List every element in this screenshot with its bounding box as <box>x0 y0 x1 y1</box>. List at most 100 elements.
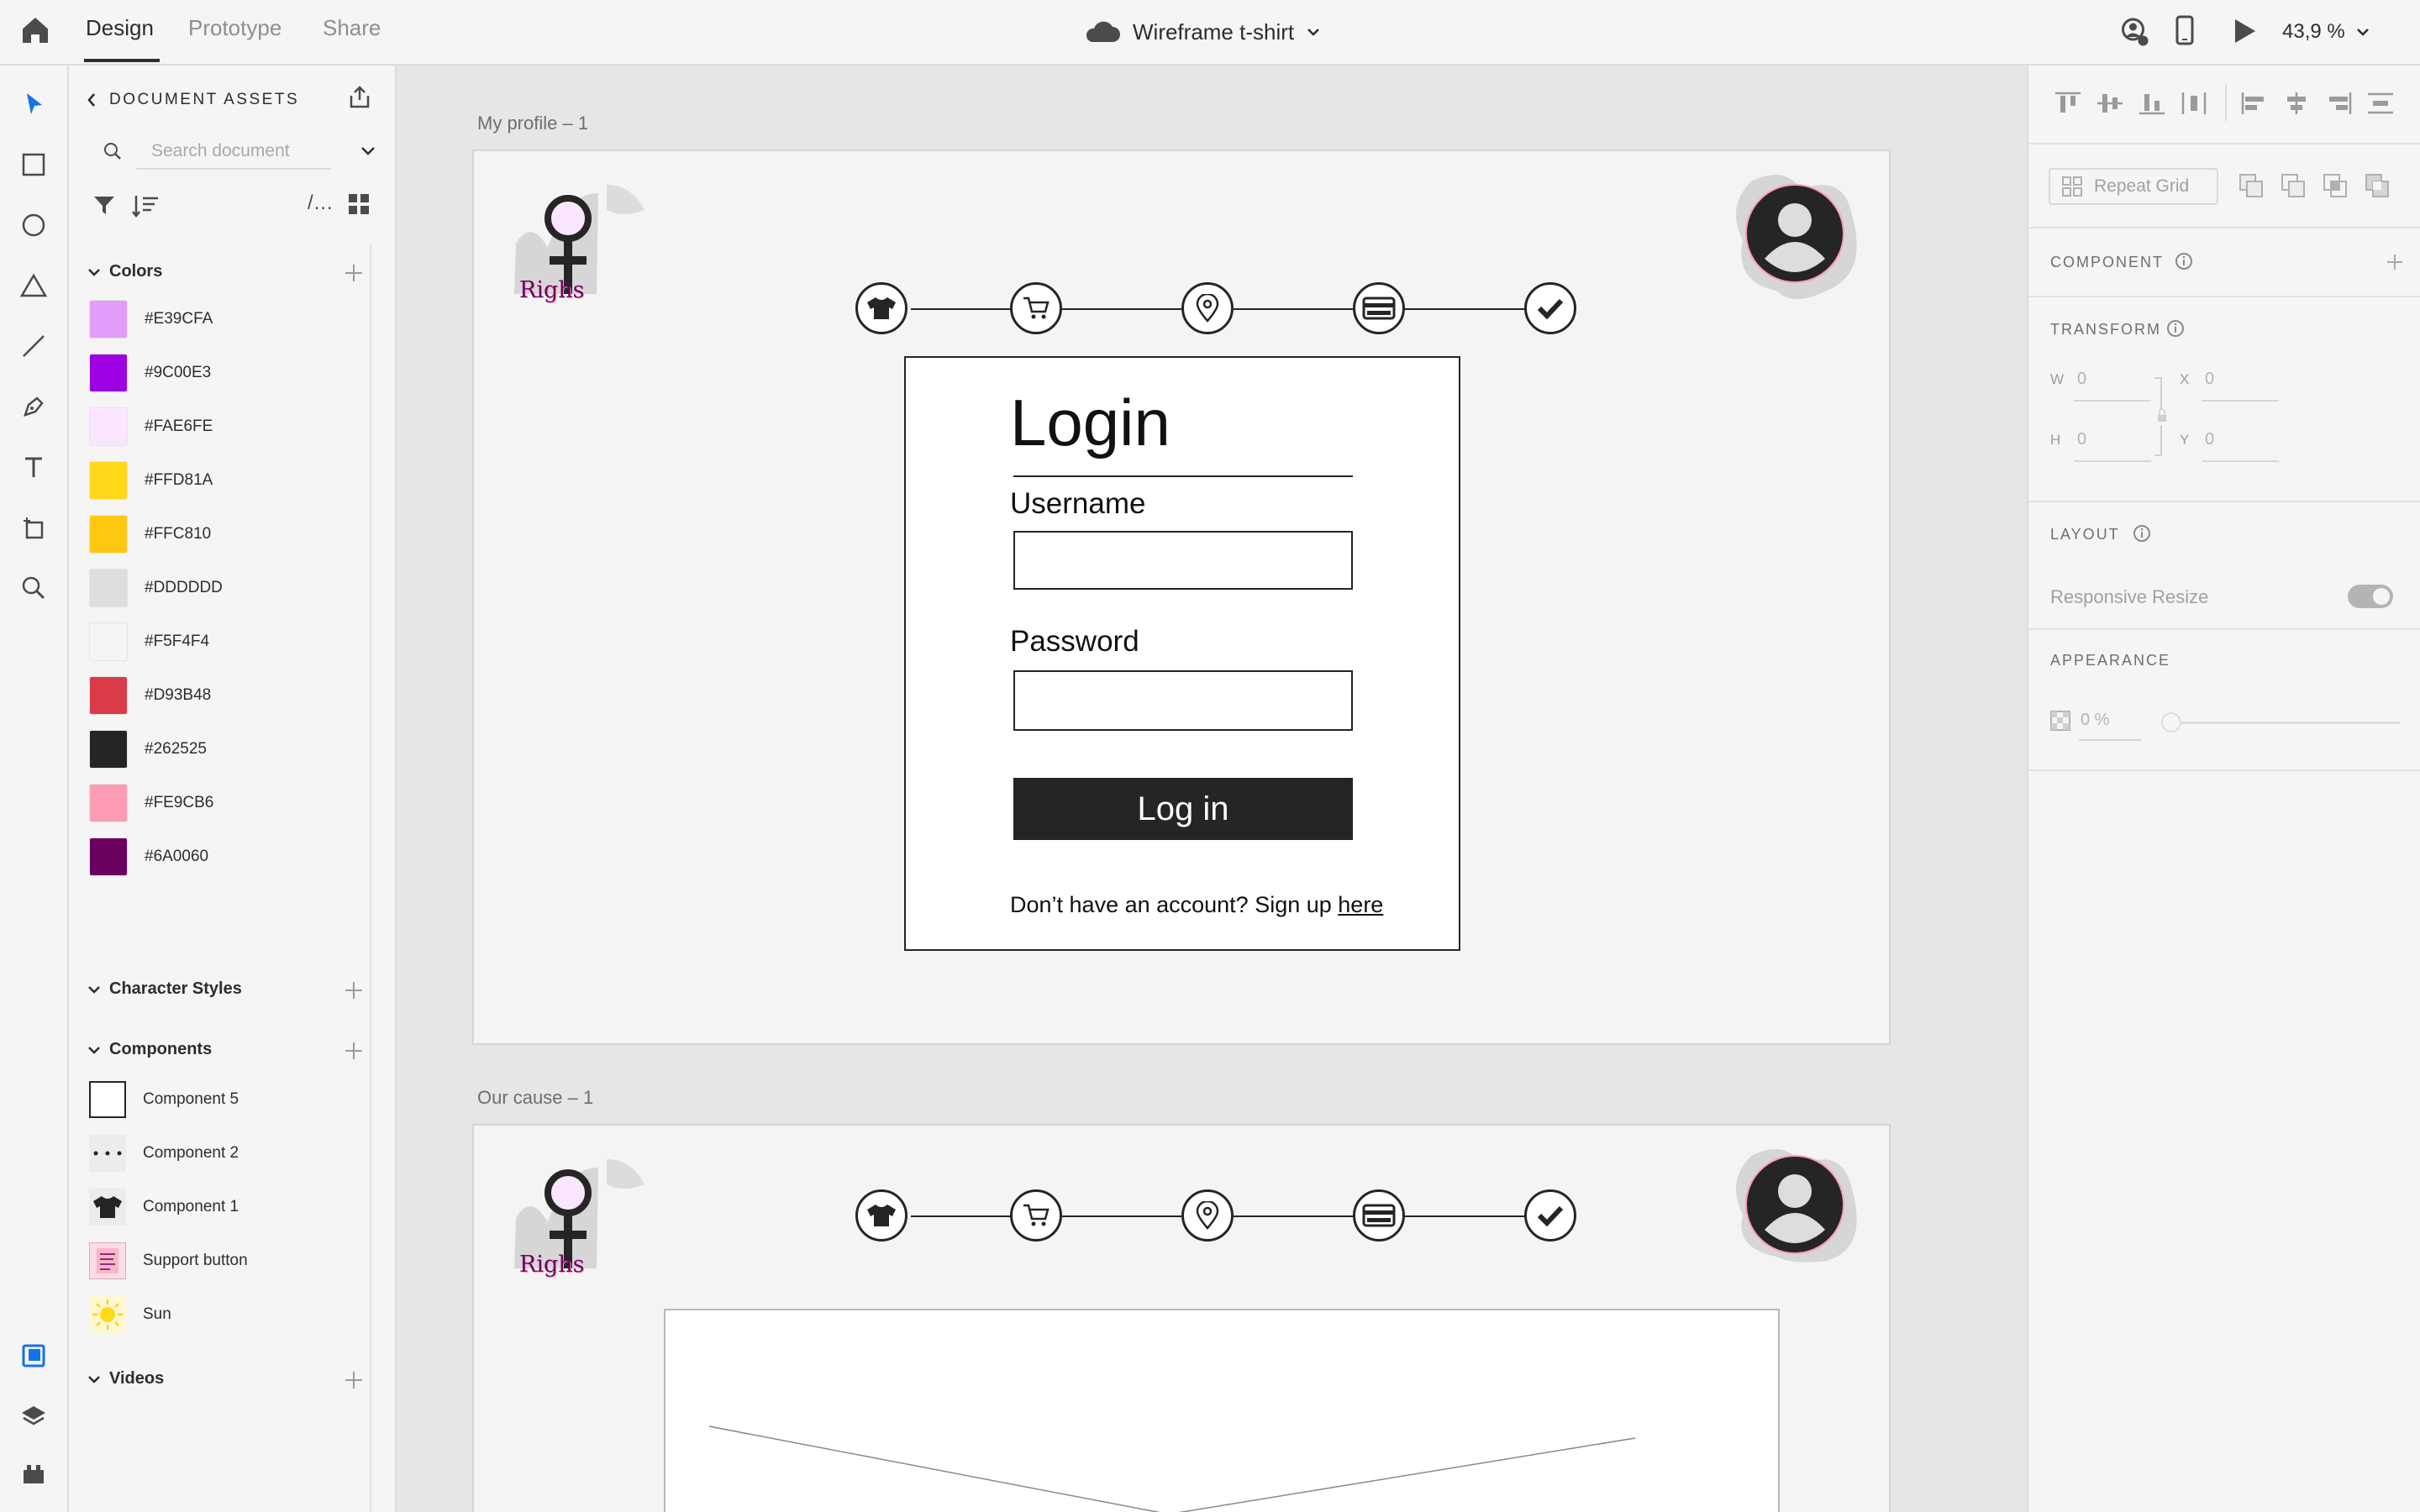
plugins-icon[interactable] <box>15 1455 52 1492</box>
color-swatch-item[interactable]: #E39CFA <box>89 299 213 339</box>
align-top-icon[interactable] <box>2054 91 2082 116</box>
line-tool-icon[interactable] <box>15 328 52 365</box>
component-item[interactable]: Component 2 <box>89 1134 239 1173</box>
info-icon[interactable] <box>2175 252 2193 270</box>
lock-aspect-icon[interactable] <box>2151 376 2171 457</box>
color-swatch-item[interactable]: #D93B48 <box>89 675 211 716</box>
play-preview-icon[interactable] <box>2232 17 2260 47</box>
tshirt-step-icon[interactable] <box>855 282 908 334</box>
select-tool-icon[interactable] <box>15 86 52 123</box>
opacity-slider-handle[interactable] <box>2161 712 2181 732</box>
align-center-icon[interactable] <box>2282 91 2311 116</box>
home-icon[interactable] <box>18 13 59 50</box>
artboard-our-cause[interactable]: Righs <box>472 1124 1891 1512</box>
checkmark-step-icon[interactable] <box>1524 282 1576 334</box>
color-swatch-item[interactable]: #6A0060 <box>89 837 208 877</box>
tab-design[interactable]: Design <box>86 15 154 49</box>
add-color-icon[interactable] <box>343 262 365 284</box>
tab-prototype[interactable]: Prototype <box>188 15 281 49</box>
component-item[interactable]: Support button <box>89 1242 248 1280</box>
zoom-tool-icon[interactable] <box>15 570 52 606</box>
tshirt-step-icon[interactable] <box>855 1189 908 1242</box>
filter-icon[interactable] <box>92 193 118 218</box>
zoom-dropdown[interactable]: 43,9 % <box>2282 15 2370 49</box>
component-item[interactable]: Sun <box>89 1295 171 1334</box>
artboard-my-profile[interactable]: Righs Login Username Password Log in Don… <box>472 150 1891 1045</box>
design-canvas[interactable]: My profile – 1 Righs Login Username Pass… <box>397 66 2025 1512</box>
color-swatch-item[interactable]: #262525 <box>89 729 207 769</box>
distribute-vertical-icon[interactable] <box>2366 91 2395 116</box>
color-swatch-item[interactable]: #FAE6FE <box>89 407 213 447</box>
add-video-icon[interactable] <box>343 1369 365 1391</box>
cart-step-icon[interactable] <box>1010 282 1062 334</box>
align-bottom-icon[interactable] <box>2138 91 2166 116</box>
component-item[interactable]: Component 5 <box>89 1080 239 1119</box>
color-swatch-item[interactable]: #FFD81A <box>89 460 213 501</box>
components-section-header[interactable]: Components <box>87 1040 212 1059</box>
login-button[interactable]: Log in <box>1013 778 1353 840</box>
rectangle-tool-icon[interactable] <box>15 146 52 183</box>
user-share-icon[interactable] <box>2119 17 2153 47</box>
boolean-exclude-icon[interactable] <box>2365 173 2391 200</box>
width-input[interactable]: 0 <box>2077 370 2086 389</box>
assets-back-button[interactable]: DOCUMENT ASSETS <box>86 91 299 109</box>
layers-icon[interactable] <box>15 1398 52 1435</box>
add-character-style-icon[interactable] <box>343 979 365 1001</box>
align-left-icon[interactable] <box>2240 91 2269 116</box>
checkmark-step-icon[interactable] <box>1524 1189 1576 1242</box>
artboard-tool-icon[interactable] <box>15 509 52 546</box>
artboard-label-our-cause[interactable]: Our cause – 1 <box>477 1087 593 1109</box>
avatar[interactable] <box>1726 1139 1869 1265</box>
chevron-down-icon[interactable] <box>360 144 376 158</box>
x-input[interactable]: 0 <box>2205 370 2214 389</box>
y-input[interactable]: 0 <box>2205 430 2214 449</box>
export-share-icon[interactable] <box>346 84 376 114</box>
colors-section-header[interactable]: Colors <box>87 262 162 281</box>
device-preview-icon[interactable] <box>2175 15 2200 49</box>
add-component-state-icon[interactable] <box>2385 252 2405 272</box>
assets-panel-icon[interactable] <box>15 1337 52 1374</box>
color-swatch-item[interactable]: #9C00E3 <box>89 353 211 393</box>
signup-link[interactable]: here <box>1338 892 1383 917</box>
color-swatch-item[interactable]: #DDDDDD <box>89 568 223 608</box>
artboard-label-my-profile[interactable]: My profile – 1 <box>477 113 588 134</box>
location-step-icon[interactable] <box>1181 1189 1234 1242</box>
location-step-icon[interactable] <box>1181 282 1234 334</box>
height-input[interactable]: 0 <box>2077 430 2086 449</box>
avatar[interactable] <box>1726 165 1869 307</box>
grid-view-icon[interactable] <box>348 193 371 217</box>
sort-icon[interactable] <box>131 193 160 218</box>
assets-scrollbar[interactable] <box>370 244 371 1512</box>
credit-card-step-icon[interactable] <box>1353 282 1405 334</box>
color-swatch-item[interactable]: #FE9CB6 <box>89 783 213 823</box>
document-title-dropdown[interactable]: Wireframe t-shirt <box>1084 15 1321 49</box>
opacity-input[interactable]: 0 % <box>2081 711 2109 730</box>
password-input[interactable] <box>1013 670 1353 731</box>
boolean-intersect-icon[interactable] <box>2323 173 2349 200</box>
opacity-slider-track[interactable] <box>2168 722 2400 724</box>
boolean-add-icon[interactable] <box>2238 173 2265 200</box>
cart-step-icon[interactable] <box>1010 1189 1062 1242</box>
responsive-resize-toggle[interactable] <box>2348 585 2393 608</box>
videos-section-header[interactable]: Videos <box>87 1369 164 1389</box>
text-tool-icon[interactable] <box>15 449 52 486</box>
distribute-horizontal-icon[interactable] <box>2180 91 2208 116</box>
image-placeholder[interactable] <box>664 1309 1780 1512</box>
info-icon[interactable] <box>2133 524 2151 543</box>
align-right-icon[interactable] <box>2324 91 2353 116</box>
color-swatch-item[interactable]: #F5F4F4 <box>89 622 209 662</box>
username-input[interactable] <box>1013 531 1353 590</box>
character-styles-section-header[interactable]: Character Styles <box>87 979 242 999</box>
repeat-grid-button[interactable]: Repeat Grid <box>2049 168 2218 205</box>
list-view-icon[interactable]: /… <box>308 192 334 217</box>
polygon-tool-icon[interactable] <box>15 267 52 304</box>
add-component-icon[interactable] <box>343 1040 365 1062</box>
credit-card-step-icon[interactable] <box>1353 1189 1405 1242</box>
pen-tool-icon[interactable] <box>15 388 52 425</box>
search-field[interactable]: Search document <box>103 134 381 170</box>
ellipse-tool-icon[interactable] <box>15 207 52 244</box>
align-middle-icon[interactable] <box>2096 91 2124 116</box>
color-swatch-item[interactable]: #FFC810 <box>89 514 211 554</box>
component-item[interactable]: Component 1 <box>89 1188 239 1226</box>
boolean-subtract-icon[interactable] <box>2281 173 2307 200</box>
